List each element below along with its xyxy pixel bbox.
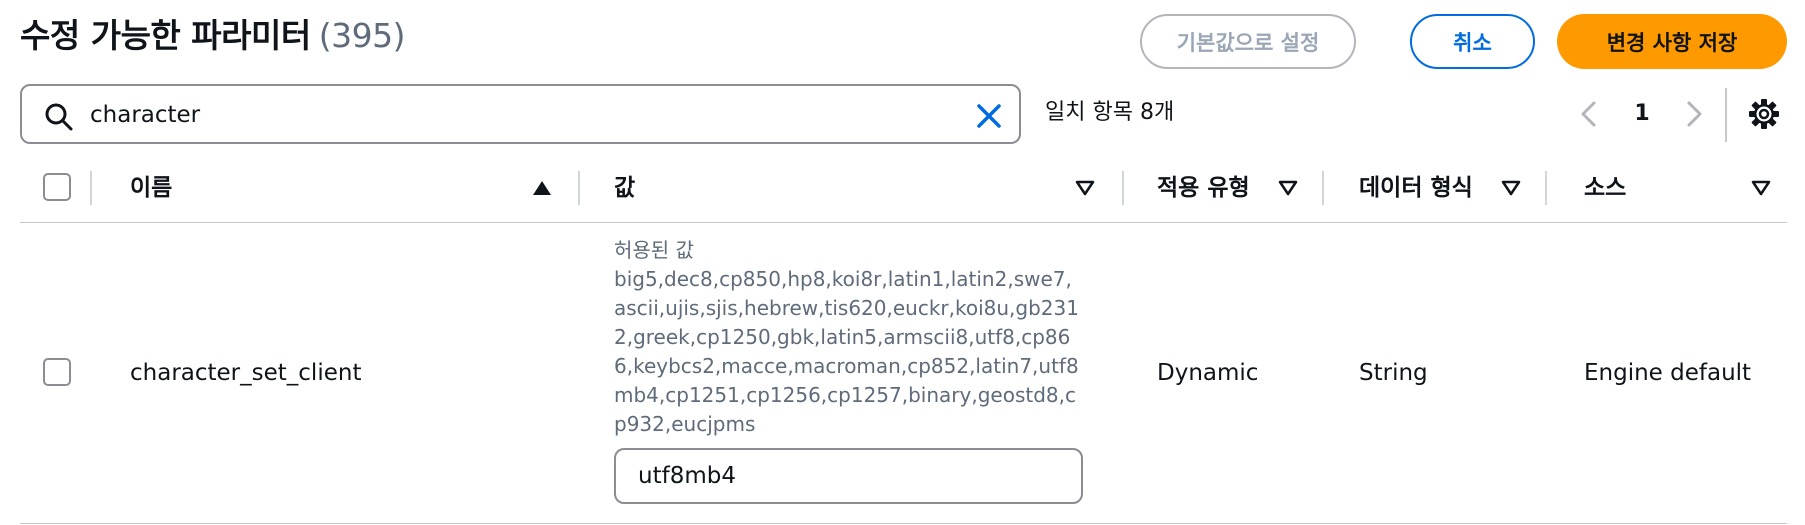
pagination-divider: [1725, 88, 1727, 142]
search-input[interactable]: [90, 96, 970, 134]
chevron-right-icon[interactable]: [1680, 96, 1708, 132]
column-header-value[interactable]: 값: [614, 168, 635, 208]
clear-icon[interactable]: [972, 99, 1006, 133]
gear-icon[interactable]: [1747, 97, 1781, 131]
apply-type-cell: Dynamic: [1157, 360, 1259, 386]
column-separator: [90, 171, 92, 205]
sort-icon[interactable]: [1750, 178, 1772, 198]
column-separator: [1322, 171, 1324, 205]
value-field[interactable]: [614, 448, 1083, 504]
allowed-values-list: big5,dec8,cp850,hp8,koi8r,latin1,latin2,…: [614, 267, 1079, 436]
cancel-button[interactable]: 취소: [1410, 14, 1535, 69]
column-separator: [578, 171, 580, 205]
data-type-cell: String: [1359, 360, 1428, 386]
select-all-checkbox[interactable]: [43, 173, 71, 201]
search-field[interactable]: [20, 84, 1021, 144]
sort-ascending-icon[interactable]: [531, 178, 553, 198]
value-input[interactable]: [638, 460, 1058, 492]
match-count: 일치 항목 8개: [1045, 100, 1175, 125]
allowed-values-label: 허용된 값: [614, 238, 694, 262]
chevron-left-icon[interactable]: [1575, 96, 1603, 132]
row-divider: [20, 523, 1787, 524]
page-title-text: 수정 가능한 파라미터: [20, 16, 311, 55]
column-header-data-type[interactable]: 데이터 형식: [1359, 168, 1473, 208]
column-separator: [1545, 171, 1547, 205]
sort-icon[interactable]: [1500, 178, 1522, 198]
column-header-name[interactable]: 이름: [130, 168, 172, 208]
header-divider: [20, 222, 1787, 223]
source-cell: Engine default: [1584, 360, 1752, 386]
sort-icon[interactable]: [1074, 178, 1096, 198]
row-checkbox[interactable]: [43, 358, 71, 386]
column-header-apply-type[interactable]: 적용 유형: [1157, 168, 1250, 208]
parameter-count: (395): [318, 16, 406, 55]
search-icon: [45, 103, 73, 131]
current-page[interactable]: 1: [1630, 96, 1654, 132]
column-separator: [1122, 171, 1124, 205]
save-changes-button[interactable]: 변경 사항 저장: [1557, 14, 1787, 69]
sort-icon[interactable]: [1277, 178, 1299, 198]
column-header-source[interactable]: 소스: [1584, 168, 1626, 208]
page-title: 수정 가능한 파라미터 (395): [20, 10, 405, 62]
parameter-name: character_set_client: [130, 360, 362, 386]
reset-to-default-button[interactable]: 기본값으로 설정: [1140, 14, 1356, 69]
